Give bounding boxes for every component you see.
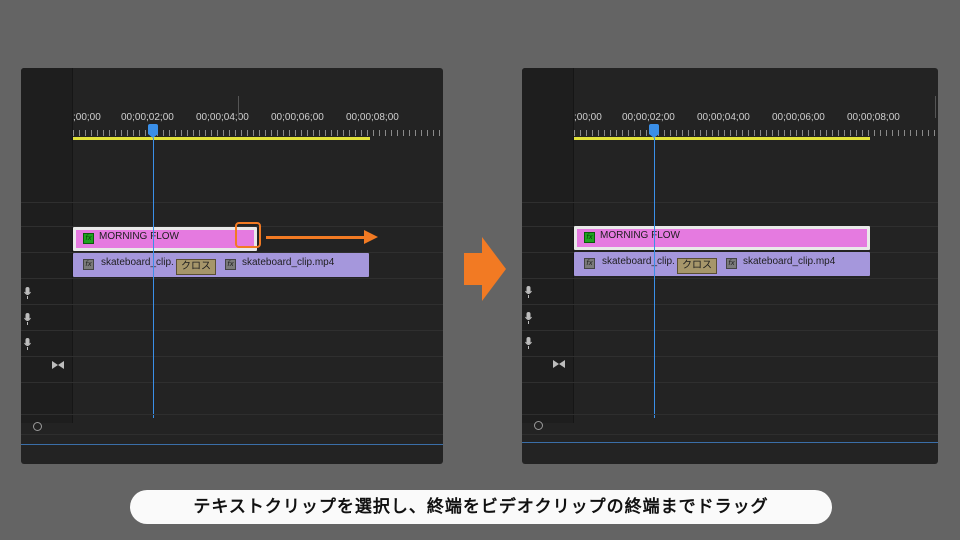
instruction-caption: テキストクリップを選択し、終端をビデオクリップの終端までドラッグ xyxy=(130,490,832,524)
playhead-line xyxy=(153,138,154,418)
video-clip-track[interactable]: fx skateboard_clip. fx skateboard_clip.m… xyxy=(73,253,369,277)
fx-badge-icon: fx xyxy=(83,233,94,244)
playhead-line xyxy=(654,138,655,418)
track-header-column xyxy=(522,68,574,423)
ruler-marker xyxy=(935,96,936,118)
microphone-icon xyxy=(525,286,532,298)
microphone-icon xyxy=(24,287,31,299)
text-clip-label: MORNING FLOW xyxy=(99,231,179,242)
drag-arrow-head xyxy=(364,230,378,244)
text-clip[interactable]: fx MORNING FLOW xyxy=(73,227,257,251)
time-ruler[interactable] xyxy=(73,130,443,136)
video-clip-label-a: skateboard_clip. xyxy=(101,257,174,268)
microphone-icon xyxy=(24,338,31,350)
timecode-6s: 00;00;06;00 xyxy=(772,112,825,123)
track-header-column xyxy=(21,68,73,423)
zoom-handle[interactable] xyxy=(33,422,42,431)
text-clip[interactable]: fx MORNING FLOW xyxy=(574,226,870,250)
microphone-icon xyxy=(525,337,532,349)
selection-highlight xyxy=(235,222,261,248)
right-arrow-icon xyxy=(464,237,506,301)
microphone-icon xyxy=(24,313,31,325)
video-clip-label-a: skateboard_clip. xyxy=(602,256,675,267)
zoom-handle[interactable] xyxy=(534,421,543,430)
fx-badge-icon: fx xyxy=(584,258,595,269)
ruler-marker xyxy=(238,96,239,118)
text-clip-label: MORNING FLOW xyxy=(600,230,680,241)
timeline-panel-after: ;00;00 00;00;02;00 00;00;04;00 00;00;06;… xyxy=(522,68,938,464)
work-area-bar[interactable] xyxy=(73,137,370,140)
playhead-handle[interactable] xyxy=(649,124,659,138)
playhead-handle[interactable] xyxy=(148,124,158,138)
scroll-bar[interactable] xyxy=(522,442,938,443)
video-clip-label-b: skateboard_clip.mp4 xyxy=(743,256,836,267)
video-clip-track[interactable]: fx skateboard_clip. fx skateboard_clip.m… xyxy=(574,252,870,276)
time-ruler[interactable] xyxy=(574,130,938,136)
video-clip-label-b: skateboard_clip.mp4 xyxy=(242,257,335,268)
scroll-bar[interactable] xyxy=(21,444,443,445)
fx-badge-icon: fx xyxy=(225,259,236,270)
drag-arrow-icon xyxy=(266,236,366,239)
cross-transition[interactable]: クロス xyxy=(176,259,216,275)
timecode-0: ;00;00 xyxy=(574,112,602,123)
timecode-8s: 00;00;08;00 xyxy=(346,112,399,123)
work-area-bar[interactable] xyxy=(574,137,870,140)
cross-transition[interactable]: クロス xyxy=(677,258,717,274)
microphone-icon xyxy=(525,312,532,324)
fx-badge-icon: fx xyxy=(726,258,737,269)
timecode-4s: 00;00;04;00 xyxy=(697,112,750,123)
bowtie-icon xyxy=(553,360,565,368)
timecode-0: ;00;00 xyxy=(73,112,101,123)
bowtie-icon xyxy=(52,361,64,369)
timecode-8s: 00;00;08;00 xyxy=(847,112,900,123)
timecode-4s: 00;00;04;00 xyxy=(196,112,249,123)
timecode-6s: 00;00;06;00 xyxy=(271,112,324,123)
timecode-2s: 00;00;02;00 xyxy=(622,112,675,123)
fx-badge-icon: fx xyxy=(584,232,595,243)
timecode-2s: 00;00;02;00 xyxy=(121,112,174,123)
fx-badge-icon: fx xyxy=(83,259,94,270)
timeline-panel-before: ;00;00 00;00;02;00 00;00;04;00 00;00;06;… xyxy=(21,68,443,464)
